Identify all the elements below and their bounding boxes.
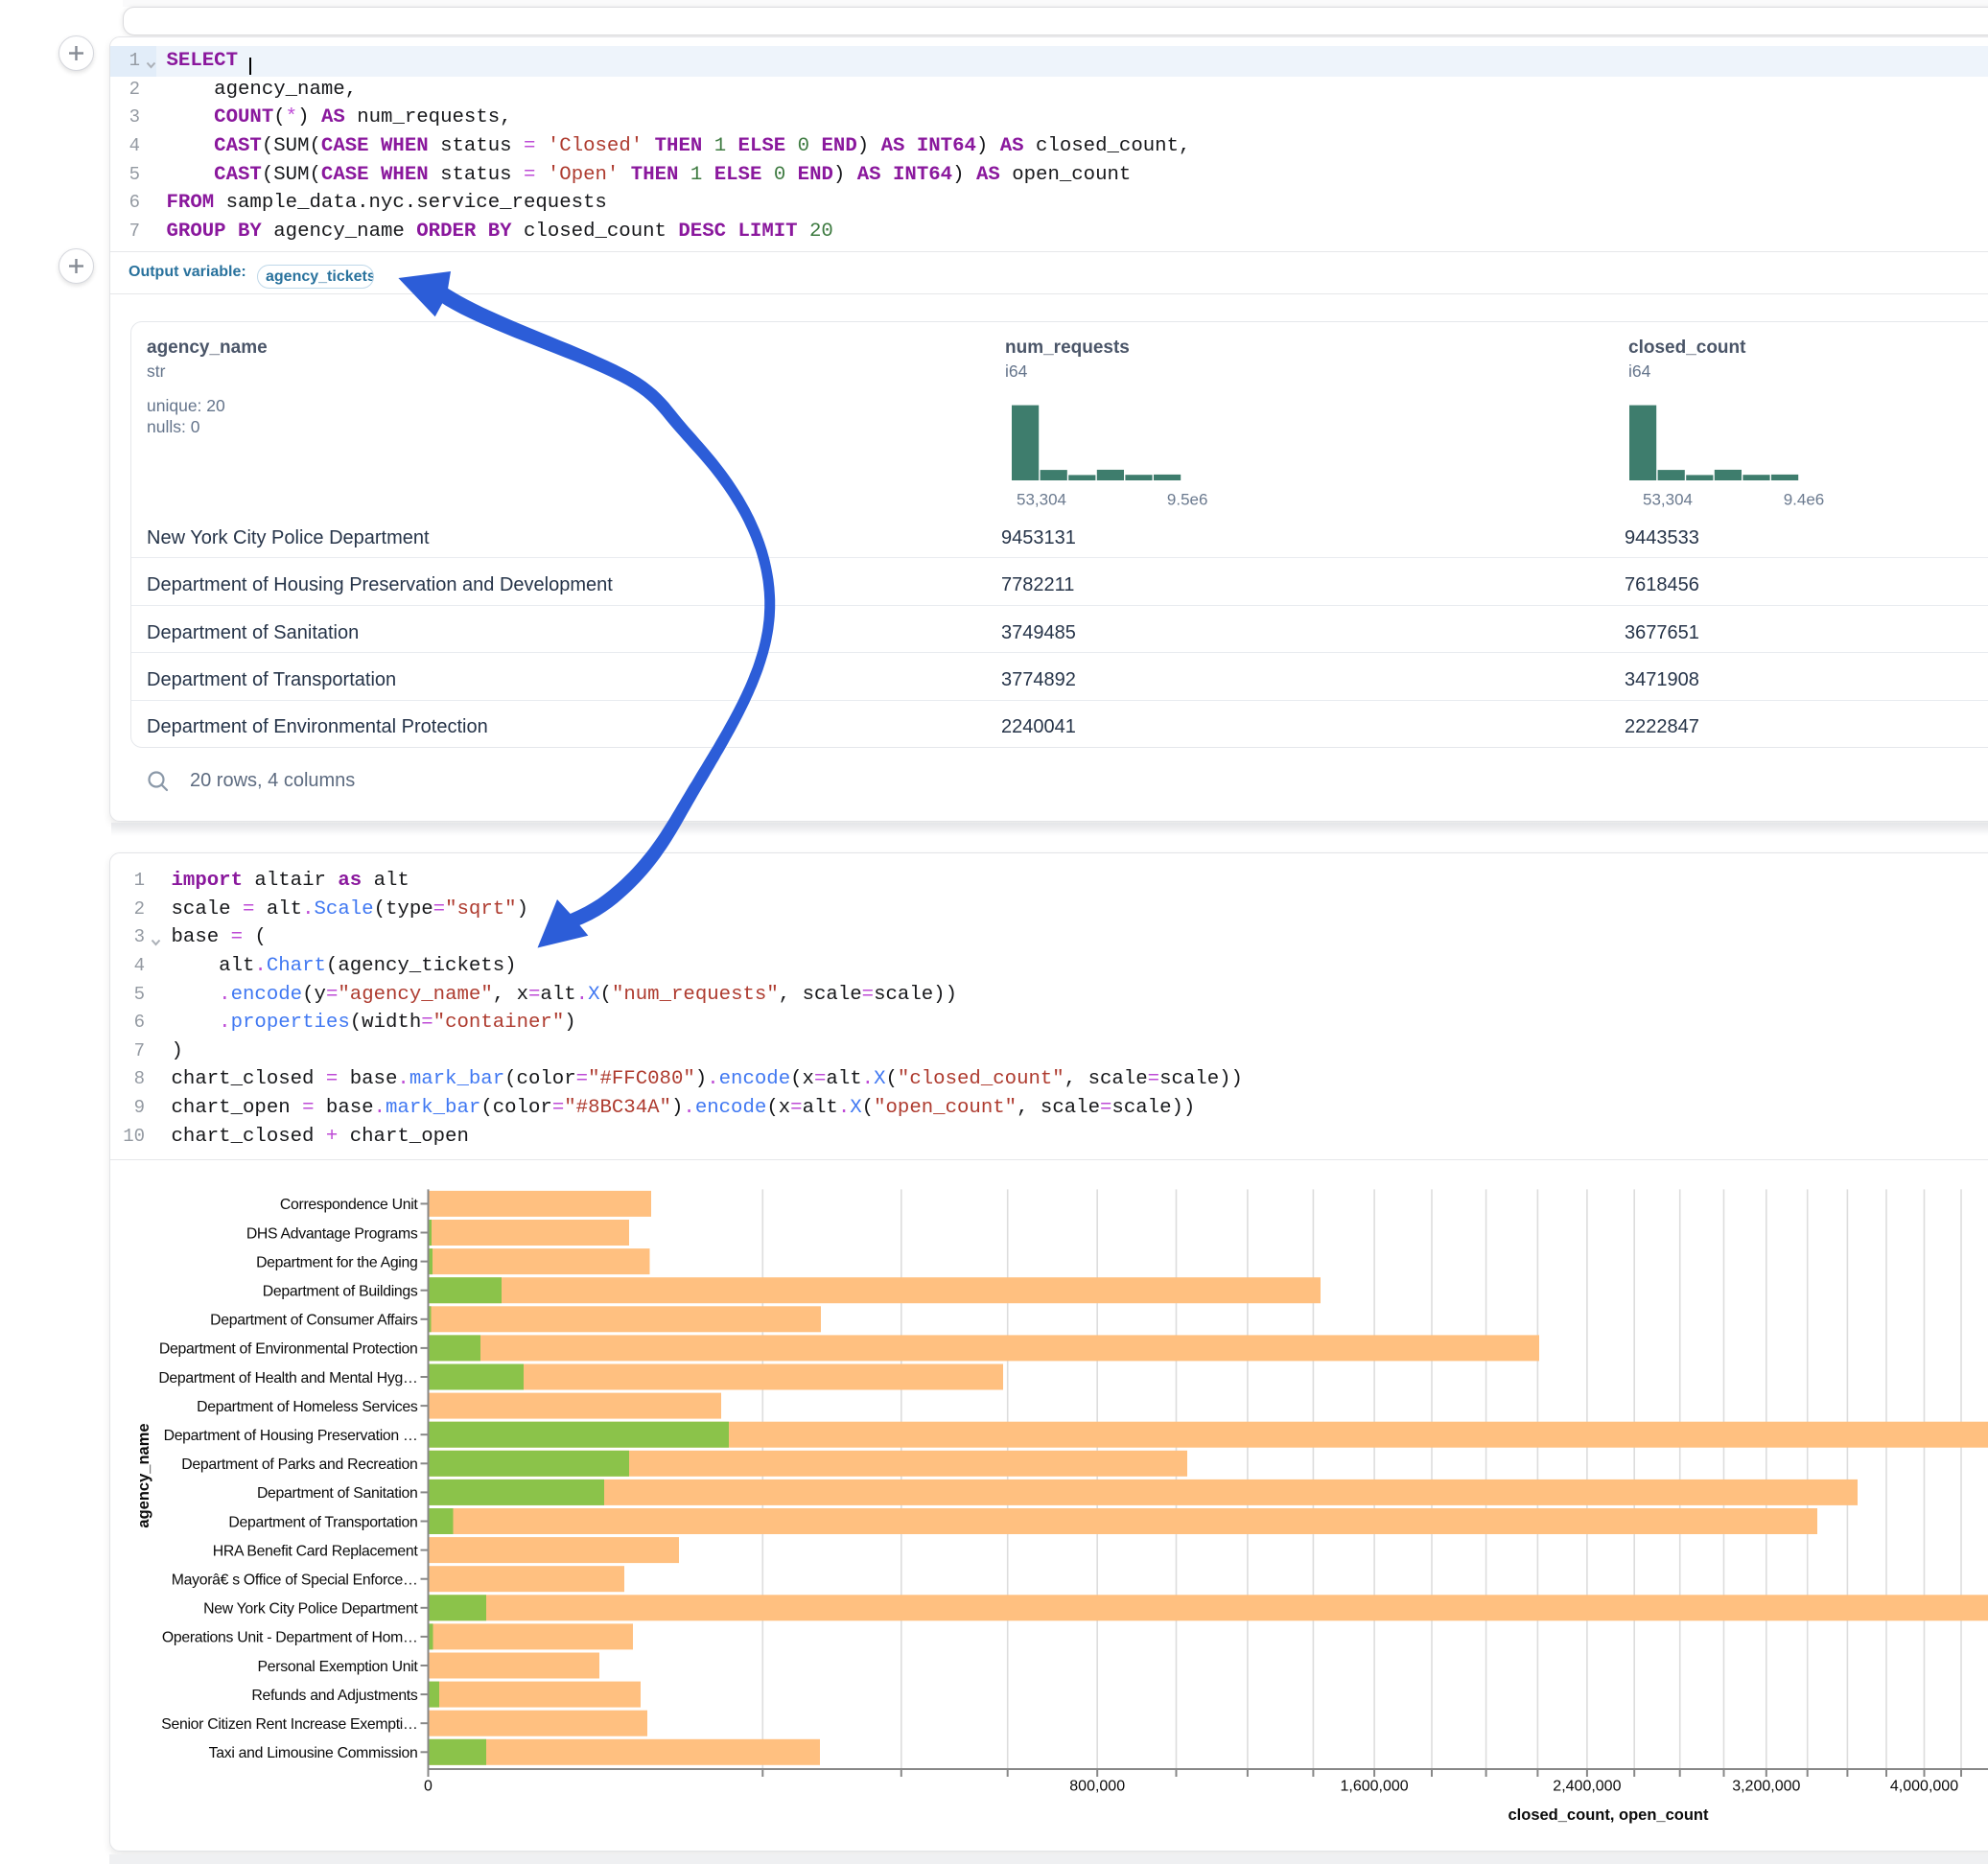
svg-text:Correspondence Unit: Correspondence Unit	[280, 1197, 418, 1213]
svg-text:agency_name: agency_name	[135, 1423, 152, 1527]
svg-text:2,400,000: 2,400,000	[1553, 1779, 1621, 1795]
svg-text:Department of Transportation: Department of Transportation	[228, 1514, 417, 1530]
svg-text:HRA Benefit Card Replacement: HRA Benefit Card Replacement	[213, 1543, 419, 1559]
svg-text:Department of Health and Menta: Department of Health and Mental Hyg…	[158, 1370, 417, 1386]
svg-text:Department of Parks and Recrea: Department of Parks and Recreation	[181, 1456, 417, 1473]
svg-text:Senior Citizen Rent Increase E: Senior Citizen Rent Increase Exempti…	[161, 1716, 417, 1733]
svg-text:DHS Advantage Programs: DHS Advantage Programs	[246, 1225, 418, 1242]
svg-text:Mayorâ€ s Office of Special En: Mayorâ€ s Office of Special Enforce…	[172, 1573, 418, 1589]
svg-text:Department of Consumer Affairs: Department of Consumer Affairs	[210, 1313, 418, 1329]
svg-text:Department for the Aging: Department for the Aging	[256, 1254, 417, 1270]
svg-text:Operations Unit - Department o: Operations Unit - Department of Hom…	[162, 1630, 418, 1646]
svg-text:Department of Buildings: Department of Buildings	[263, 1284, 418, 1300]
svg-text:Refunds and Adjustments: Refunds and Adjustments	[251, 1688, 418, 1704]
svg-text:Personal Exemption Unit: Personal Exemption Unit	[258, 1659, 419, 1675]
svg-text:Department of Housing Preserva: Department of Housing Preservation …	[164, 1428, 418, 1444]
svg-text:Department of Sanitation: Department of Sanitation	[257, 1485, 418, 1502]
svg-text:Department of Homeless Service: Department of Homeless Services	[197, 1399, 418, 1415]
svg-text:closed_count, open_count: closed_count, open_count	[1508, 1806, 1709, 1824]
svg-text:Department of Environmental Pr: Department of Environmental Protection	[159, 1341, 418, 1358]
svg-text:Taxi and Limousine Commission: Taxi and Limousine Commission	[209, 1745, 418, 1761]
svg-text:3,200,000: 3,200,000	[1732, 1779, 1800, 1795]
svg-text:4,000,000: 4,000,000	[1890, 1779, 1958, 1795]
svg-text:800,000: 800,000	[1069, 1779, 1125, 1795]
svg-text:1,600,000: 1,600,000	[1341, 1779, 1409, 1795]
svg-text:New York City Police Departmen: New York City Police Department	[203, 1601, 418, 1618]
svg-text:0: 0	[424, 1779, 433, 1795]
